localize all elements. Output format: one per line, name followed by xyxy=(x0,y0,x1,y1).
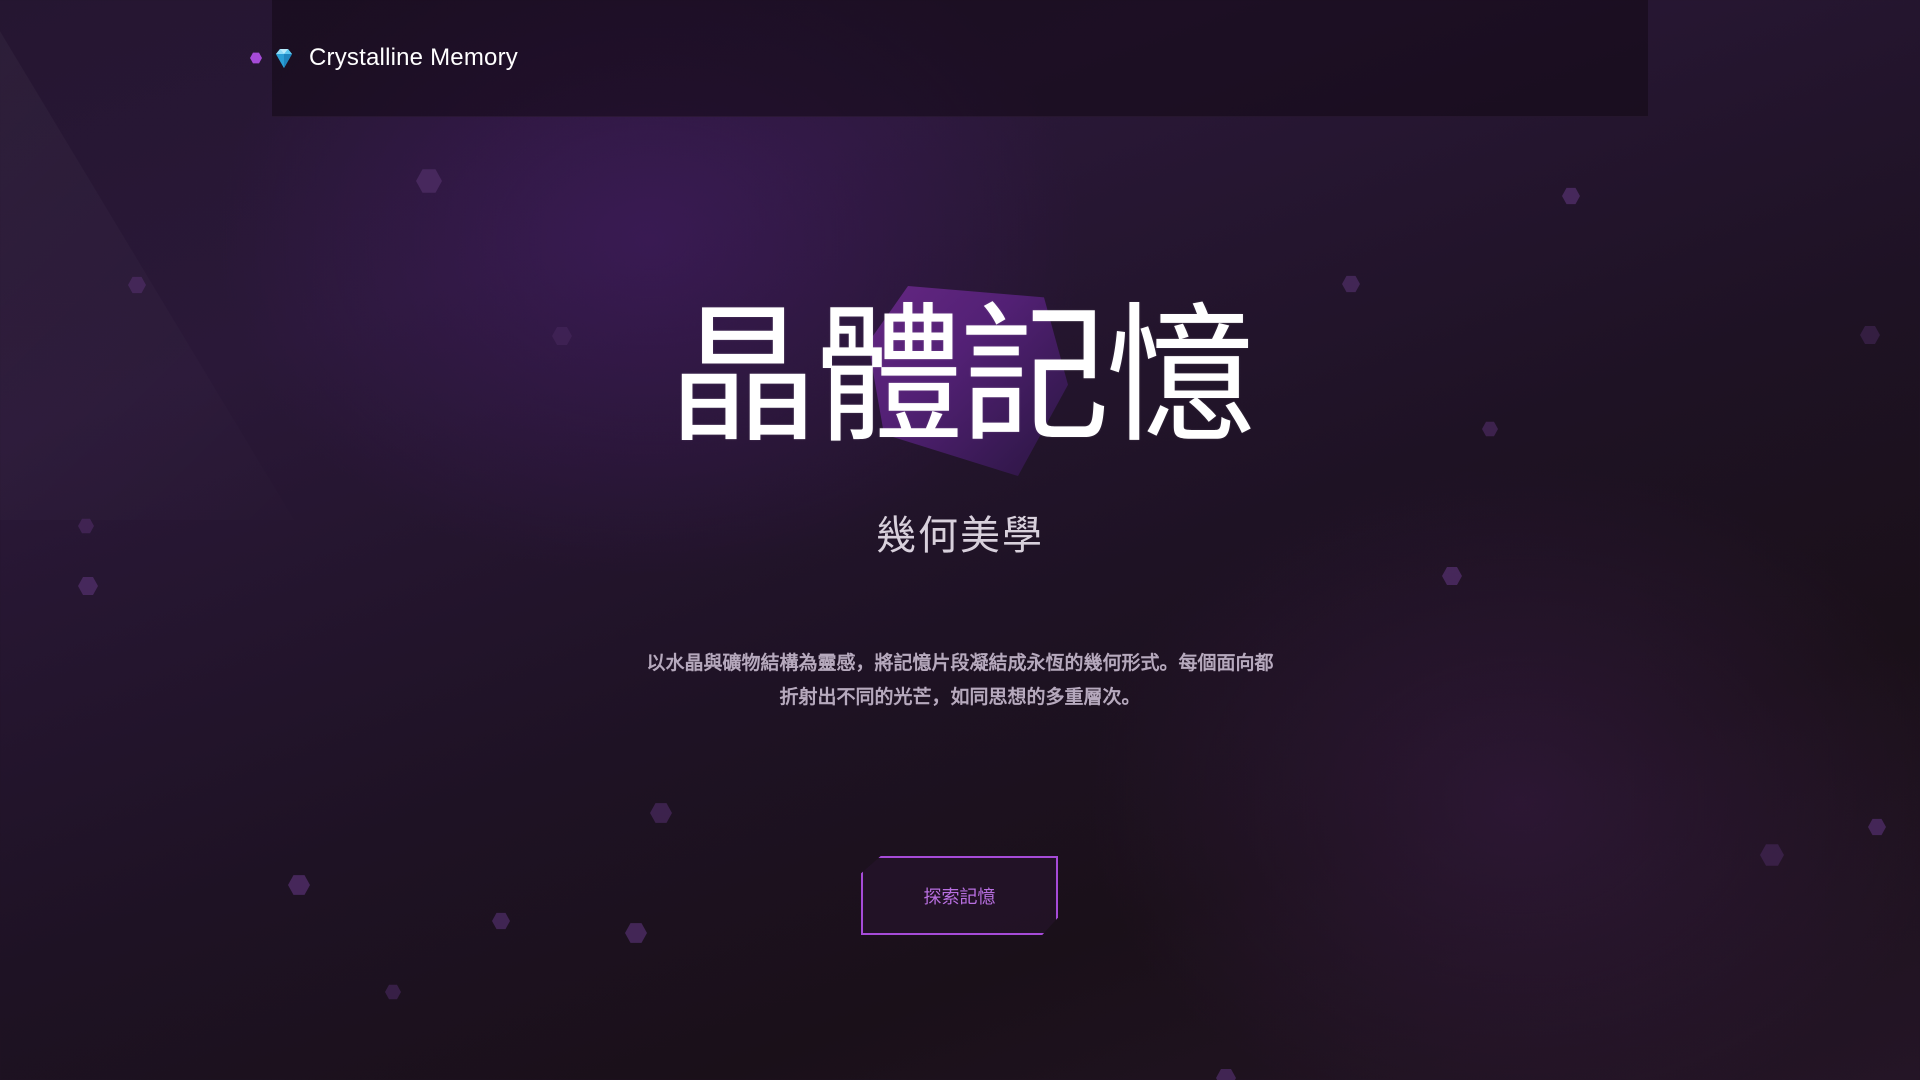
decorative-hexagon xyxy=(1342,275,1360,293)
decorative-hexagon xyxy=(416,169,442,193)
hexagon-bullet-icon xyxy=(250,52,262,64)
hero-subtitle: 幾何美學 xyxy=(876,513,1044,559)
brand[interactable]: Crystalline Memory xyxy=(250,44,518,72)
decorative-hexagon xyxy=(1562,187,1580,205)
decorative-hexagon xyxy=(78,577,98,595)
decorative-hexagon xyxy=(650,803,672,823)
decorative-hexagon xyxy=(1216,1069,1236,1080)
decorative-hexagon xyxy=(288,875,310,895)
decorative-hexagon xyxy=(625,923,647,943)
decorative-hexagon xyxy=(385,984,401,1000)
decorative-hexagon xyxy=(492,912,510,930)
explore-memory-button[interactable]: 探索記憶 xyxy=(861,856,1058,935)
decorative-hexagon xyxy=(1868,818,1886,836)
decorative-hexagon xyxy=(1760,844,1784,866)
hero-title: 晶體記憶 xyxy=(667,290,1256,464)
decorative-hexagon xyxy=(1442,567,1462,585)
brand-name: Crystalline Memory xyxy=(309,44,518,71)
gem-icon xyxy=(276,49,292,68)
hero-description: 以水晶與礦物結構為靈感，將記憶片段凝結成永恆的幾何形式。每個面向都折射出不同的光… xyxy=(646,652,1274,708)
